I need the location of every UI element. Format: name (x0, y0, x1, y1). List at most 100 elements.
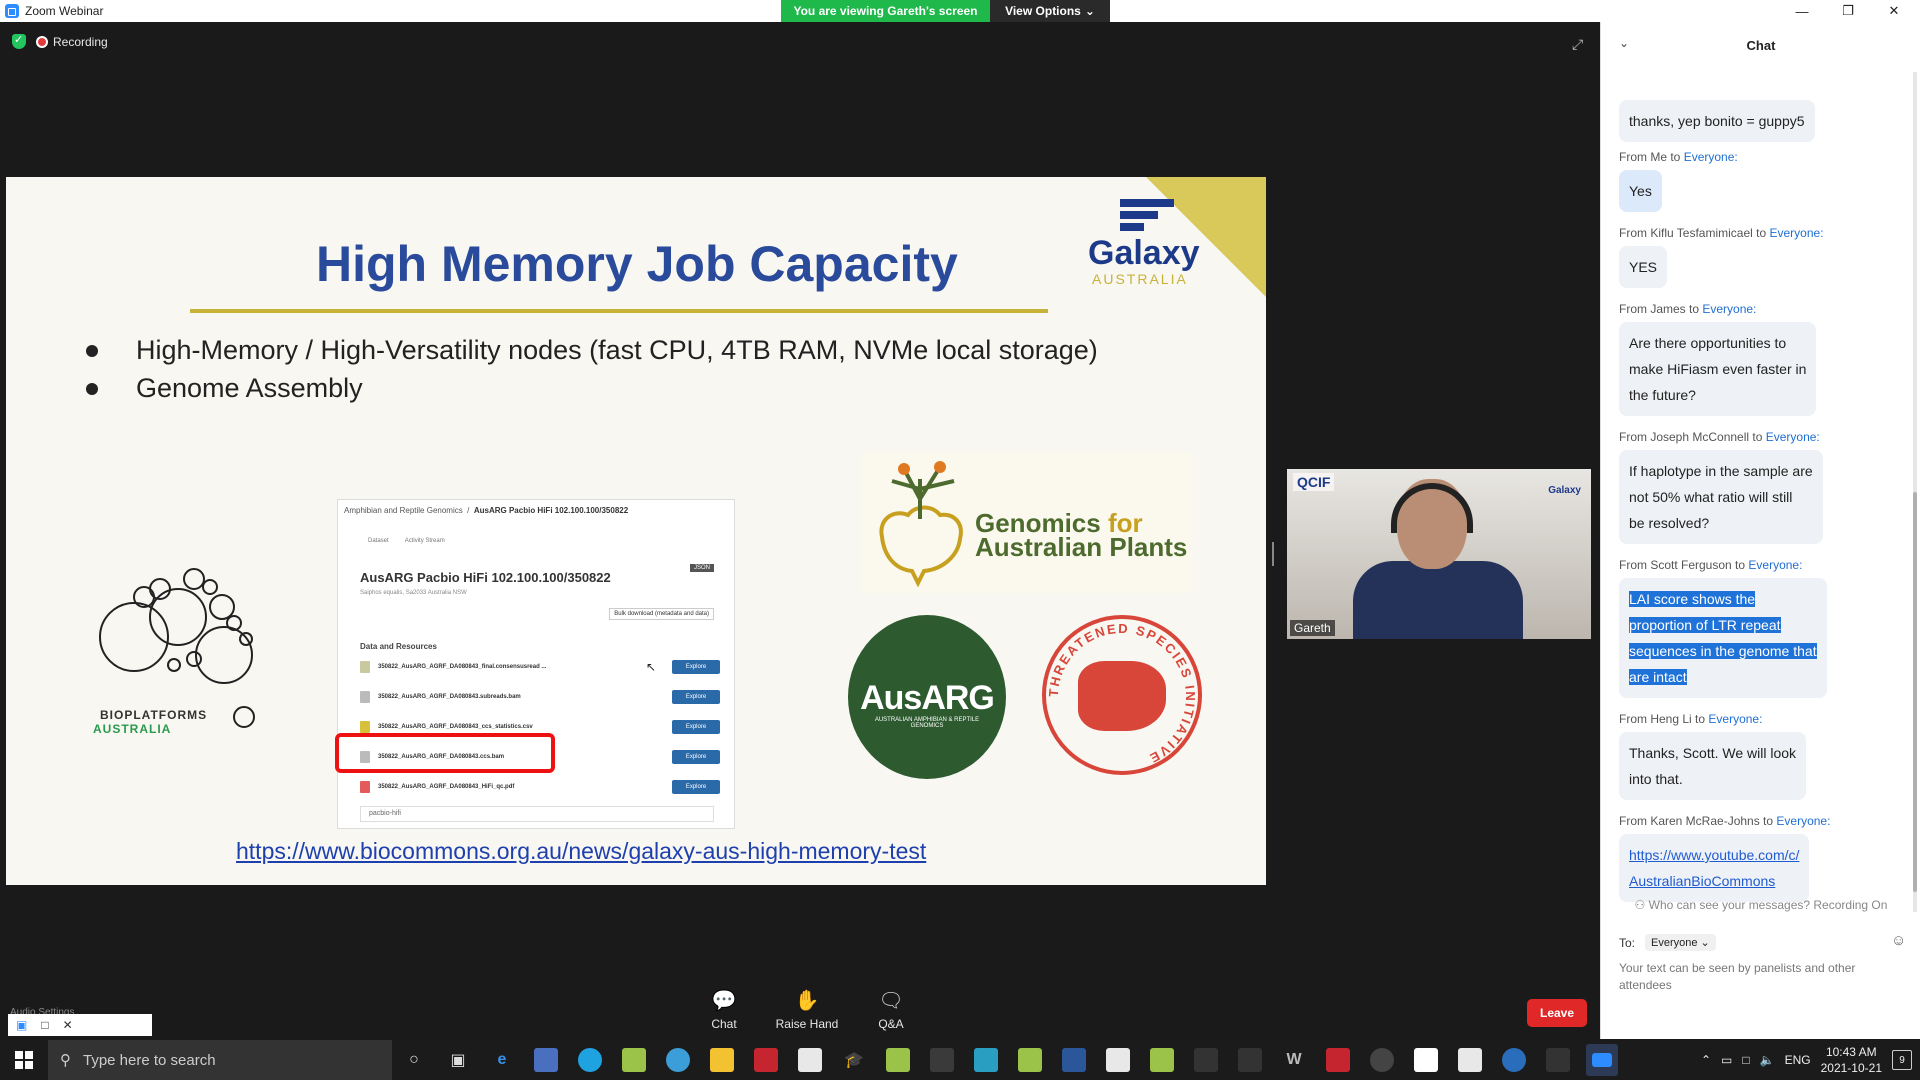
ausarg-sub: AUSTRALIAN AMPHIBIAN & REPTILE GENOMICS (874, 717, 980, 729)
resource-name: 350822_AusARG_AGRF_DA080843_HiFi_qc.pdf (378, 784, 515, 790)
chat-header: Chat (1746, 37, 1776, 53)
app-icon[interactable] (618, 1044, 650, 1076)
internet-explorer-icon[interactable]: e (486, 1044, 518, 1076)
message-meta: From Joseph McConnell to Everyone: (1619, 430, 1820, 444)
cortana-icon[interactable]: ○ (398, 1044, 430, 1076)
qa-label: Q&A (878, 1017, 904, 1031)
video-split-handle[interactable] (1272, 542, 1274, 566)
scrollbar-thumb[interactable] (1913, 492, 1917, 892)
clock-date: 2021-10-21 (1820, 1061, 1882, 1075)
github-icon[interactable] (1366, 1044, 1398, 1076)
message-meta: From James to Everyone: (1619, 302, 1756, 316)
gap-line2: Australian Plants (975, 532, 1188, 562)
chevron-up-icon[interactable]: ⌃ (1701, 1053, 1711, 1067)
app-icon[interactable] (1014, 1044, 1046, 1076)
app-icon[interactable] (926, 1044, 958, 1076)
message-recipient: Everyone: (1702, 302, 1757, 316)
recipient-value: Everyone (1651, 937, 1698, 949)
emoji-icon[interactable]: ☺ (1891, 932, 1906, 949)
chat-message: https://www.youtube.com/c/ AustralianBio… (1619, 834, 1810, 902)
resource-name: 350822_AusARG_AGRF_DA080843_final.consen… (378, 664, 547, 670)
zoom-taskbar-icon[interactable] (1586, 1044, 1618, 1076)
close-icon[interactable]: ✕ (63, 1018, 73, 1032)
app-icon[interactable] (1322, 1044, 1354, 1076)
minimize-icon[interactable]: — (1780, 0, 1824, 22)
app-icon[interactable]: W (1278, 1044, 1310, 1076)
app-icon[interactable] (530, 1044, 562, 1076)
app-icon[interactable] (1146, 1044, 1178, 1076)
message-line: Are there opportunities to (1629, 335, 1787, 351)
leave-button[interactable]: Leave (1527, 999, 1587, 1027)
taskbar-search[interactable]: ⚲ Type here to search (48, 1040, 392, 1080)
app-icon[interactable] (1410, 1044, 1442, 1076)
globe-icon[interactable] (662, 1044, 694, 1076)
app-icon[interactable] (794, 1044, 826, 1076)
speaker-name-label: Gareth (1290, 620, 1335, 636)
speaker-video[interactable]: QCIF Galaxy Gareth (1287, 469, 1591, 639)
volume-icon[interactable]: 🔈 (1760, 1053, 1775, 1067)
fullscreen-icon[interactable]: ⤢ (1572, 36, 1583, 53)
window-title: Zoom Webinar (25, 4, 104, 18)
visibility-note[interactable]: ⚇ Who can see your messages? Recording O… (1601, 898, 1920, 912)
chat-scrollbar[interactable] (1913, 72, 1917, 912)
meeting-stage: Recording ⤢ High Memory Job Capacity Gal… (0, 22, 1600, 1039)
app-icon[interactable] (1542, 1044, 1574, 1076)
chat-messages[interactable]: thanks, yep bonito = guppy5 From Me to E… (1601, 68, 1920, 908)
battery-icon[interactable]: ▭ (1721, 1053, 1732, 1067)
pdf-file-icon (360, 781, 370, 793)
app-icon[interactable] (1102, 1044, 1134, 1076)
people-icon: ⚇ (1634, 898, 1649, 912)
highlight-box (335, 733, 555, 773)
qa-button[interactable]: 🗨 Q&A (851, 988, 931, 1031)
app-icon[interactable] (970, 1044, 1002, 1076)
view-options-button[interactable]: View Options ⌄ (990, 0, 1110, 22)
maximize-icon[interactable]: □ (41, 1018, 48, 1032)
graduation-cap-icon[interactable]: 🎓 (838, 1044, 870, 1076)
breadcrumb-parent: Amphibian and Reptile Genomics (344, 506, 463, 515)
clock[interactable]: 10:43 AM 2021-10-21 (1821, 1044, 1882, 1076)
app-icon[interactable] (1190, 1044, 1222, 1076)
network-icon[interactable]: □ (1742, 1053, 1749, 1067)
resource-row: 350822_AusARG_AGRF_DA080843.subreads.bam… (360, 690, 720, 704)
file-icon (360, 721, 370, 733)
app-icon[interactable] (1234, 1044, 1266, 1076)
app-icon[interactable] (750, 1044, 782, 1076)
message-link[interactable]: AustralianBioCommons (1629, 873, 1775, 889)
selected-text: sequences in the genome that (1629, 643, 1817, 659)
zoom-app-icon (5, 4, 19, 18)
app-icon[interactable] (882, 1044, 914, 1076)
recording-label: Recording (53, 34, 108, 49)
close-icon[interactable]: ✕ (1872, 0, 1916, 22)
recording-indicator[interactable]: Recording (36, 35, 108, 49)
bulk-download-button: Bulk download (metadata and data) (609, 608, 714, 620)
dataset-tabs: Dataset Activity Stream (368, 538, 445, 544)
language-indicator[interactable]: ENG (1785, 1053, 1811, 1067)
message-link[interactable]: https://www.youtube.com/c/ (1629, 847, 1799, 863)
chat-message: Yes (1619, 170, 1662, 212)
start-button[interactable] (0, 1040, 48, 1080)
notification-icon[interactable]: 9 (1892, 1050, 1912, 1070)
message-line: If haplotype in the sample are (1629, 463, 1813, 479)
restore-icon[interactable]: ❐ (1826, 0, 1870, 22)
data-resources-heading: Data and Resources (360, 642, 437, 651)
file-explorer-icon[interactable] (706, 1044, 738, 1076)
recipient-select[interactable]: Everyone ⌄ (1645, 934, 1716, 951)
genomics-australian-plants-logo: Genomics for Australian Plants (862, 453, 1192, 593)
chat-control-button[interactable]: 💬 Chat (684, 988, 764, 1031)
bullet-item: Genome Assembly (86, 373, 1098, 404)
message-sender: From Heng Li to (1619, 712, 1706, 726)
edge-icon[interactable] (574, 1044, 606, 1076)
mini-window-toolbar: ▣ □ ✕ (8, 1014, 152, 1036)
message-meta: From Kiflu Tesfamimicael to Everyone: (1619, 226, 1824, 240)
record-dot-icon (36, 36, 48, 49)
task-view-icon[interactable]: ▣ (442, 1044, 474, 1076)
explore-button: Explore (672, 720, 720, 734)
zoom-mini-icon[interactable]: ▣ (16, 1018, 27, 1032)
chat-input[interactable]: Your text can be seen by panelists and o… (1619, 960, 1909, 994)
raise-hand-button[interactable]: ✋ Raise Hand (767, 988, 847, 1031)
word-icon[interactable] (1058, 1044, 1090, 1076)
chevron-down-icon[interactable]: ⌄ (1619, 36, 1629, 50)
app-icon[interactable] (1454, 1044, 1486, 1076)
r-icon[interactable] (1498, 1044, 1530, 1076)
shield-check-icon[interactable] (12, 33, 26, 49)
